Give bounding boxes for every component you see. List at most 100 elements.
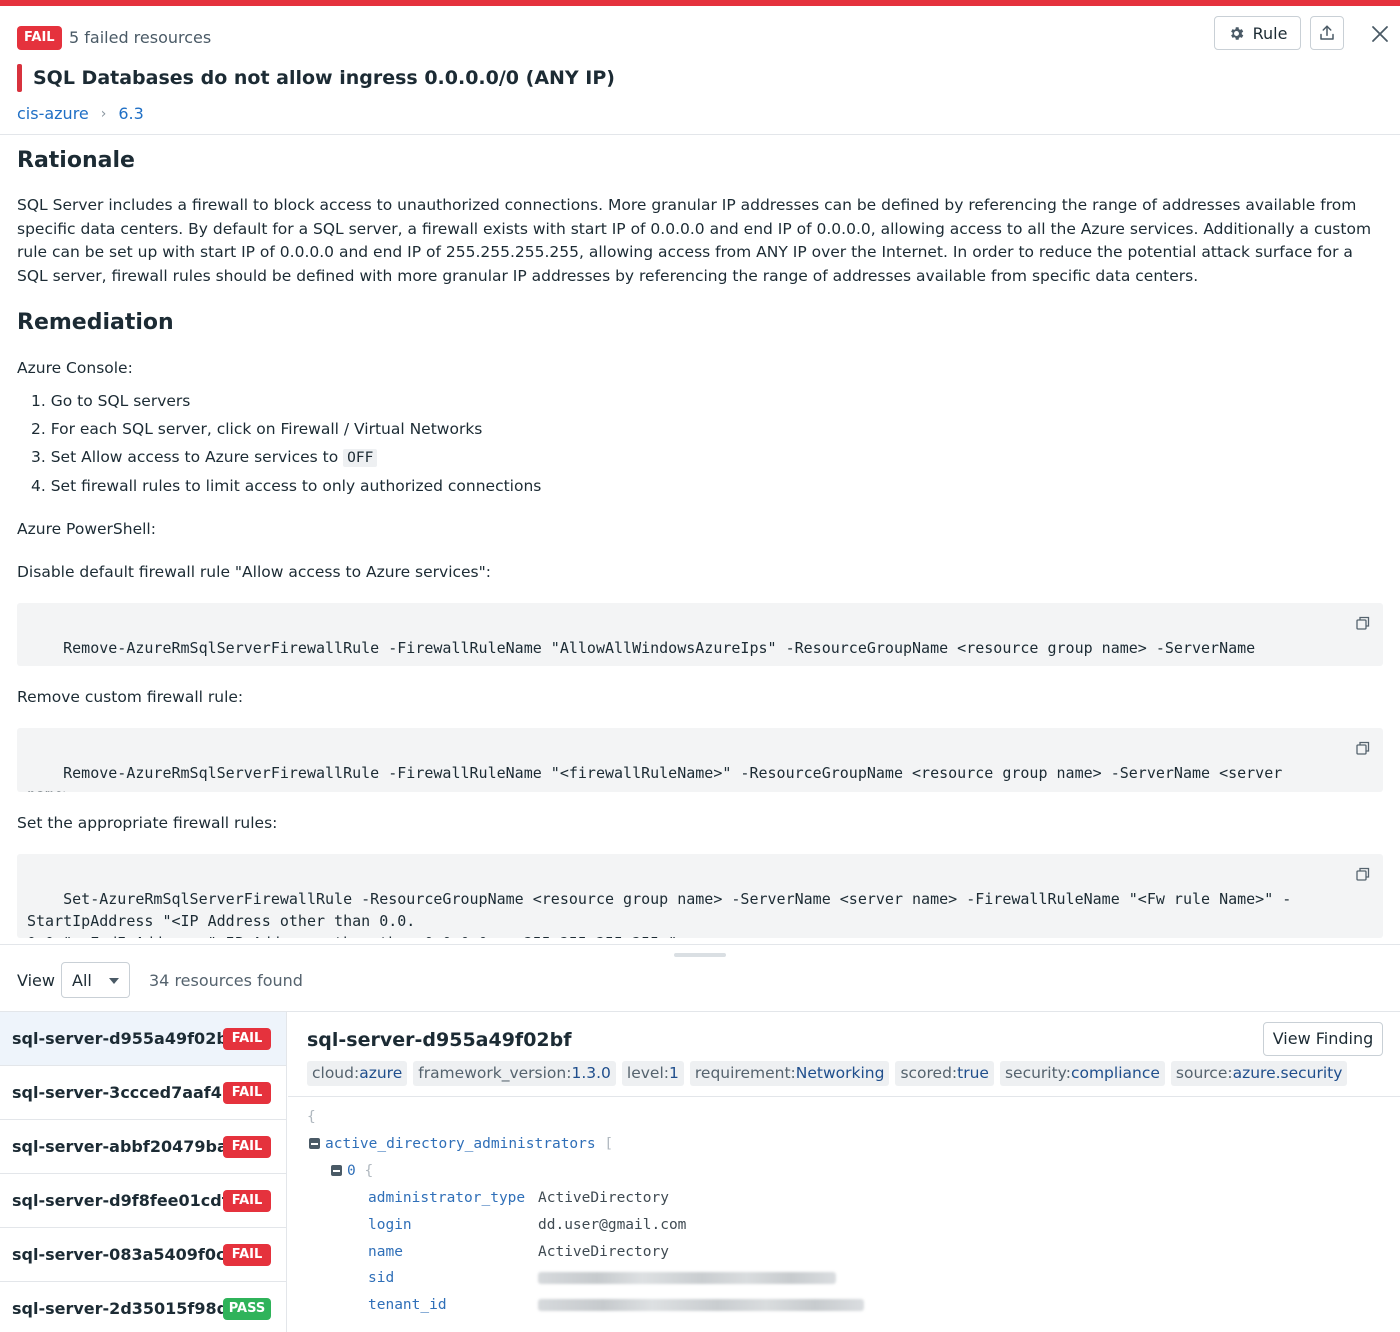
step-text: For each SQL server, click on Firewall /… <box>50 420 483 438</box>
json-bracket: [ <box>604 1136 614 1152</box>
step-text: Set firewall rules to limit access to on… <box>50 477 542 495</box>
tag-key: security: <box>1004 1064 1071 1082</box>
remediation-step-3: 3. Set Allow access to Azure services to… <box>31 446 378 469</box>
status-badge: FAIL <box>223 1028 271 1050</box>
view-finding-button[interactable]: View Finding <box>1263 1022 1383 1056</box>
json-value: ActiveDirectory <box>538 1190 669 1206</box>
resize-handle[interactable] <box>674 953 726 957</box>
tag-value: true <box>957 1064 989 1082</box>
json-value: ActiveDirectory <box>538 1244 669 1260</box>
detail-divider <box>288 1096 1400 1097</box>
azure-powershell-label: Azure PowerShell: <box>17 520 156 538</box>
tag-value: azure.security <box>1232 1064 1343 1082</box>
close-icon <box>1372 26 1388 42</box>
resource-name: sql-server-083a5409f0c2 <box>12 1245 237 1264</box>
resource-list-item[interactable]: sql-server-d955a49f02bf FAIL <box>0 1012 286 1066</box>
collapse-icon[interactable] <box>309 1138 320 1149</box>
failed-resources-count: 5 failed resources <box>69 28 212 47</box>
tag-key: level: <box>626 1064 669 1082</box>
redacted-value <box>538 1268 836 1288</box>
step-text: Go to SQL servers <box>50 392 191 410</box>
page-title: SQL Databases do not allow ingress 0.0.0… <box>33 67 615 89</box>
step-text: Set Allow access to Azure services to <box>50 448 339 466</box>
json-key: administrator_type <box>368 1190 526 1206</box>
resource-list-item[interactable]: sql-server-2d35015f98d0 PASS <box>0 1282 286 1332</box>
json-key: active_directory_administrators <box>325 1136 596 1152</box>
rule-button[interactable]: Rule <box>1214 16 1301 50</box>
json-open-brace: { <box>307 1109 316 1125</box>
view-label: View <box>17 971 55 990</box>
chevron-right-icon: › <box>100 106 107 122</box>
tag[interactable]: requirement:Networking <box>689 1061 890 1086</box>
json-index: 0 <box>347 1163 356 1179</box>
copy-icon[interactable] <box>1355 615 1371 631</box>
gear-icon <box>1230 26 1243 40</box>
export-button[interactable] <box>1310 16 1344 50</box>
tag[interactable]: level:1 <box>621 1061 684 1086</box>
tag-key: requirement: <box>694 1064 796 1082</box>
resource-title: sql-server-d955a49f02bf <box>307 1029 572 1051</box>
tag-value: azure <box>359 1064 403 1082</box>
breadcrumb-control-link[interactable]: 6.3 <box>118 104 143 124</box>
view-select[interactable]: All <box>61 962 130 998</box>
blurred-text <box>538 1272 836 1284</box>
json-array-row[interactable]: active_directory_administrators [ <box>309 1134 613 1154</box>
code-text: Set-AzureRmSqlServerFirewallRule -Resour… <box>27 890 1292 938</box>
code-block-remove-custom-rule: Remove-AzureRmSqlServerFirewallRule -Fir… <box>17 728 1383 792</box>
resource-list-item[interactable]: sql-server-d9f8fee01cdf FAIL <box>0 1174 286 1228</box>
remediation-heading: Remediation <box>17 310 174 335</box>
code-text: Remove-AzureRmSqlServerFirewallRule -Fir… <box>27 639 1256 666</box>
rationale-text: SQL Server includes a firewall to block … <box>17 196 1372 285</box>
resource-name: sql-server-3ccced7aaf41 <box>12 1083 234 1102</box>
resource-list-item[interactable]: sql-server-083a5409f0c2 FAIL <box>0 1228 286 1282</box>
copy-icon[interactable] <box>1355 866 1371 882</box>
resource-detail: sql-server-d955a49f02bf View Finding clo… <box>288 1012 1400 1332</box>
json-key: name <box>368 1244 403 1260</box>
remediation-step-1: 1. Go to SQL servers <box>31 392 191 410</box>
rule-description: Rationale SQL Server includes a firewall… <box>17 135 1383 943</box>
tag[interactable]: cloud:azure <box>307 1061 408 1086</box>
resource-tags: cloud:azure framework_version:1.3.0 leve… <box>307 1061 1348 1086</box>
severity-indicator <box>17 64 22 92</box>
json-index-row[interactable]: 0 { <box>331 1161 373 1181</box>
tag[interactable]: source:azure.security <box>1170 1061 1348 1086</box>
collapse-icon[interactable] <box>331 1165 342 1176</box>
azure-console-label: Azure Console: <box>17 359 133 377</box>
tag-key: scored: <box>900 1064 958 1082</box>
code-block-disable-default-rule: Remove-AzureRmSqlServerFirewallRule -Fir… <box>17 603 1383 666</box>
remediation-step-2: 2. For each SQL server, click on Firewal… <box>31 420 483 438</box>
remediation-step-4: 4. Set firewall rules to limit access to… <box>31 477 542 495</box>
status-badge: PASS <box>223 1298 271 1320</box>
tag[interactable]: framework_version:1.3.0 <box>413 1061 616 1086</box>
code-text: Remove-AzureRmSqlServerFirewallRule -Fir… <box>27 764 1283 792</box>
tag[interactable]: scored:true <box>895 1061 994 1086</box>
resources-found-count: 34 resources found <box>149 971 303 990</box>
view-select-value: All <box>72 970 92 990</box>
disable-rule-label: Disable default firewall rule "Allow acc… <box>17 563 491 581</box>
resource-list-item[interactable]: sql-server-abbf20479ba2 FAIL <box>0 1120 286 1174</box>
set-rules-label: Set the appropriate firewall rules: <box>17 814 278 832</box>
json-key: tenant_id <box>368 1297 447 1313</box>
close-button[interactable] <box>1366 20 1394 48</box>
json-key: login <box>368 1217 412 1233</box>
tag-value: compliance <box>1070 1064 1160 1082</box>
share-icon <box>1320 25 1334 40</box>
copy-icon[interactable] <box>1355 740 1371 756</box>
tag-key: source: <box>1175 1064 1233 1082</box>
breadcrumb-framework-link[interactable]: cis-azure <box>17 104 89 124</box>
resource-name: sql-server-abbf20479ba2 <box>12 1137 239 1156</box>
rule-button-label: Rule <box>1252 23 1288 43</box>
status-badge: FAIL <box>223 1136 271 1158</box>
breadcrumb: cis-azure › 6.3 <box>17 104 144 124</box>
resource-name: sql-server-d955a49f02bf <box>12 1029 235 1048</box>
tag[interactable]: security:compliance <box>999 1061 1165 1086</box>
blurred-text <box>538 1299 864 1311</box>
inline-code: OFF <box>343 449 378 467</box>
resource-list-item[interactable]: sql-server-3ccced7aaf41 FAIL <box>0 1066 286 1120</box>
tag-value: 1.3.0 <box>571 1064 611 1082</box>
status-badge: FAIL <box>17 26 62 50</box>
tag-value: Networking <box>795 1064 885 1082</box>
resource-name: sql-server-2d35015f98d0 <box>12 1299 240 1318</box>
json-value: dd.user@gmail.com <box>538 1217 687 1233</box>
rationale-heading: Rationale <box>17 148 135 173</box>
